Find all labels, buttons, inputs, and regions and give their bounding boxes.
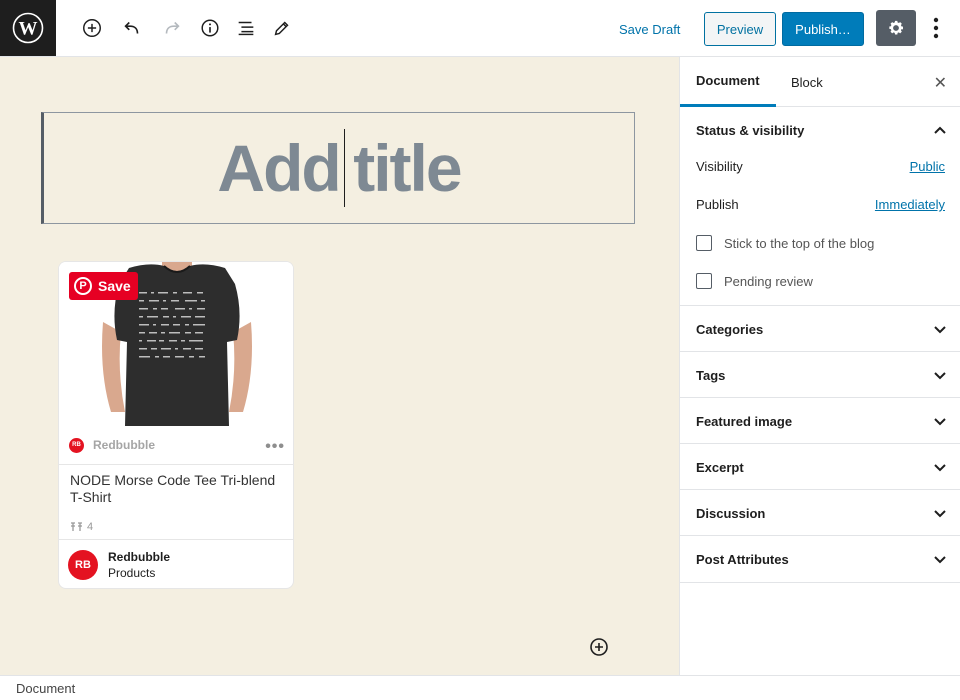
panel-header-categories[interactable]: Categories	[696, 322, 763, 337]
wordpress-logo-button[interactable]: W	[0, 0, 56, 56]
title-placeholder: Add title	[217, 129, 463, 207]
pinterest-save-button[interactable]: P Save	[69, 272, 138, 300]
panel-excerpt[interactable]: Excerpt	[680, 444, 960, 490]
panel-header-excerpt[interactable]: Excerpt	[696, 460, 744, 475]
redbubble-logo-icon: RB	[69, 437, 84, 453]
gear-icon	[889, 20, 903, 35]
info-icon	[201, 19, 219, 37]
profile-name: Redbubble	[108, 550, 170, 564]
pin-image[interactable]: P Save	[59, 262, 293, 426]
wordpress-icon: W	[12, 12, 44, 44]
close-icon[interactable]: ✕	[934, 73, 947, 93]
preview-button[interactable]: Preview	[704, 12, 776, 46]
list-view-icon	[238, 21, 254, 36]
post-title-input[interactable]: Add title	[41, 112, 635, 224]
pending-review-checkbox[interactable]	[696, 273, 712, 289]
breadcrumb-document[interactable]: Document	[16, 681, 75, 696]
plus-circle-icon	[590, 638, 608, 656]
panel-discussion[interactable]: Discussion	[680, 490, 960, 536]
panel-header-featured-image[interactable]: Featured image	[696, 414, 792, 429]
add-block-button[interactable]	[78, 14, 106, 42]
tools-edit-button[interactable]	[268, 14, 296, 42]
save-label: Save	[98, 278, 131, 294]
pin-count-value: 4	[87, 521, 94, 533]
panel-featured-image[interactable]: Featured image	[680, 398, 960, 444]
ellipsis-icon[interactable]: •••	[265, 438, 285, 456]
panel-tags[interactable]: Tags	[680, 352, 960, 398]
chevron-down-icon[interactable]	[933, 507, 947, 521]
panel-post-attributes[interactable]: Post Attributes	[680, 536, 960, 583]
visibility-toggle[interactable]: Public	[910, 159, 945, 174]
block-navigation-button[interactable]	[232, 14, 260, 42]
tab-block[interactable]: Block	[791, 57, 823, 107]
more-vertical-icon	[933, 17, 939, 39]
pin-count: 4	[70, 521, 93, 533]
panel-header-status[interactable]: Status & visibility	[696, 123, 804, 138]
tab-document[interactable]: Document	[680, 57, 776, 107]
chevron-down-icon[interactable]	[933, 553, 947, 567]
content-info-button[interactable]	[196, 14, 224, 42]
text-caret	[343, 129, 346, 207]
panel-categories[interactable]: Categories	[680, 306, 960, 352]
editor-toolbar: W Save Draft Preview Publish…	[0, 0, 960, 57]
pending-review-label: Pending review	[724, 274, 813, 289]
settings-button[interactable]	[876, 10, 916, 46]
title-placeholder-right: title	[353, 131, 462, 205]
plus-circle-icon	[83, 19, 101, 37]
pin-profile-footer[interactable]: RB Redbubble Products	[59, 539, 293, 588]
chevron-down-icon[interactable]	[933, 323, 947, 337]
visibility-label: Visibility	[696, 159, 743, 174]
svg-text:W: W	[19, 19, 38, 40]
pinterest-icon: P	[74, 277, 92, 295]
panel-header-discussion[interactable]: Discussion	[696, 506, 765, 521]
sidebar-tabs: Document Block ✕	[680, 57, 960, 107]
panel-status-visibility: Status & visibility Visibility Public Pu…	[680, 107, 960, 306]
redbubble-avatar-icon: RB	[68, 550, 98, 580]
undo-icon	[124, 21, 139, 34]
save-draft-button[interactable]: Save Draft	[608, 12, 691, 46]
pinterest-pin-embed[interactable]: P Save RB Redbubble ••• NODE Morse Code …	[58, 261, 294, 589]
chevron-up-icon[interactable]	[933, 123, 947, 137]
sticky-label: Stick to the top of the blog	[724, 236, 875, 251]
pushpin-icon	[71, 522, 82, 531]
redo-icon	[165, 21, 180, 34]
undo-button[interactable]	[118, 14, 146, 42]
chevron-down-icon[interactable]	[933, 461, 947, 475]
pin-description[interactable]: NODE Morse Code Tee Tri-blend T-Shirt	[70, 472, 284, 506]
inserter-button[interactable]	[589, 637, 609, 657]
settings-sidebar: Document Block ✕ Status & visibility Vis…	[679, 57, 960, 675]
chevron-down-icon[interactable]	[933, 415, 947, 429]
panel-header-tags[interactable]: Tags	[696, 368, 725, 383]
chevron-down-icon[interactable]	[933, 369, 947, 383]
sticky-checkbox[interactable]	[696, 235, 712, 251]
pin-source-name[interactable]: Redbubble	[93, 438, 155, 452]
title-placeholder-left: Add	[217, 131, 341, 205]
redo-button[interactable]	[158, 14, 186, 42]
publish-button[interactable]: Publish…	[782, 12, 864, 46]
more-options-button[interactable]	[922, 14, 950, 42]
board-name: Products	[108, 566, 156, 580]
pin-source-row: RB Redbubble •••	[59, 426, 293, 465]
panel-header-post-attributes[interactable]: Post Attributes	[696, 552, 789, 567]
pencil-icon	[274, 21, 289, 36]
block-breadcrumb: Document	[0, 675, 960, 700]
editor-canvas: Add title P Save RB Redbubble ••• NODE M…	[0, 57, 679, 675]
publish-date-toggle[interactable]: Immediately	[875, 197, 945, 212]
